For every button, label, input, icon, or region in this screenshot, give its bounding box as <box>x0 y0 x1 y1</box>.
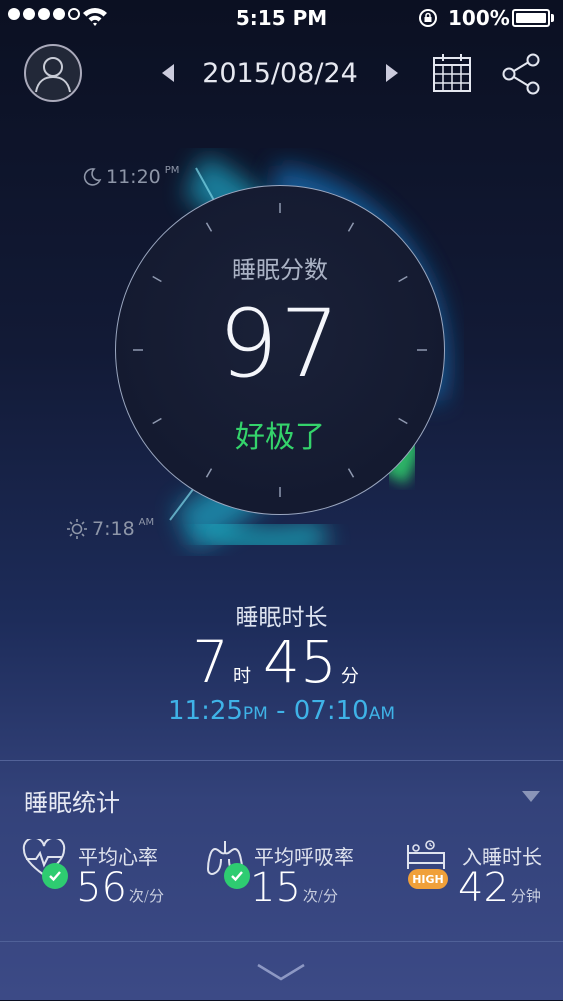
stat-sleep-latency[interactable]: HIGH 入睡时长 42 分钟 <box>404 837 554 911</box>
duration-minutes: 45 <box>263 628 337 696</box>
check-icon <box>224 863 250 889</box>
stat-value: 42 分钟 <box>458 865 541 911</box>
battery-percent: 100% <box>448 6 510 30</box>
sleep-time-range: 11:25PM - 07:10AM <box>0 696 563 726</box>
bed-icon <box>407 840 445 869</box>
sleep-start-marker: 11:20 PM <box>82 164 180 188</box>
share-icon[interactable] <box>500 52 542 96</box>
score-title: 睡眠分数 <box>232 256 328 284</box>
stat-value: 56 次/分 <box>76 865 164 911</box>
high-badge: HIGH <box>408 869 448 889</box>
sleep-score: 97 <box>218 290 342 399</box>
chevron-right-icon[interactable] <box>386 64 398 82</box>
sun-icon <box>67 519 87 539</box>
chevron-down-icon[interactable] <box>256 961 306 983</box>
dropdown-triangle-icon[interactable] <box>522 791 540 802</box>
avatar[interactable] <box>24 44 82 102</box>
check-icon <box>42 863 68 889</box>
stat-heart-rate[interactable]: 平均心率 56 次/分 <box>22 837 192 911</box>
avatar-icon <box>35 57 71 93</box>
range-start-ampm: PM <box>242 704 268 724</box>
range-end-ampm: AM <box>368 704 395 724</box>
date-label[interactable]: 2015/08/24 <box>190 58 370 89</box>
range-separator: - <box>267 696 294 726</box>
duration-minutes-unit: 分 <box>340 666 359 687</box>
duration-hours: 7 <box>192 628 230 696</box>
duration-hours-unit: 时 <box>233 666 252 687</box>
sleep-start-ampm: PM <box>164 164 180 176</box>
sleep-start-time: 11:20 <box>106 166 161 188</box>
range-end: 07:10 <box>293 696 369 726</box>
duration-title: 睡眠时长 <box>235 605 328 631</box>
wake-time: 7:18 <box>92 518 135 540</box>
moon-icon <box>83 168 102 186</box>
divider <box>0 941 563 942</box>
orientation-lock-icon <box>419 9 437 27</box>
sleep-stats-panel: 睡眠统计 平均心率 56 次/分 平均呼吸率 15 次/分 HIGH 入睡时长 … <box>0 760 563 1001</box>
chevron-left-icon[interactable] <box>162 64 174 82</box>
battery-icon <box>512 9 550 27</box>
wake-time-ampm: AM <box>138 516 155 528</box>
stat-value: 15 次/分 <box>250 865 338 911</box>
stats-title: 睡眠统计 <box>24 789 120 817</box>
calendar-icon[interactable] <box>432 52 472 94</box>
status-bar: 5:15 PM 100% <box>0 0 563 36</box>
stat-breathing-rate[interactable]: 平均呼吸率 15 次/分 <box>206 837 376 911</box>
wake-time-marker: 7:18 AM <box>66 516 155 540</box>
range-start: 11:25 <box>167 696 243 726</box>
sleep-duration: 7 时 45 分 <box>0 628 563 696</box>
score-rating: 好极了 <box>235 420 325 455</box>
